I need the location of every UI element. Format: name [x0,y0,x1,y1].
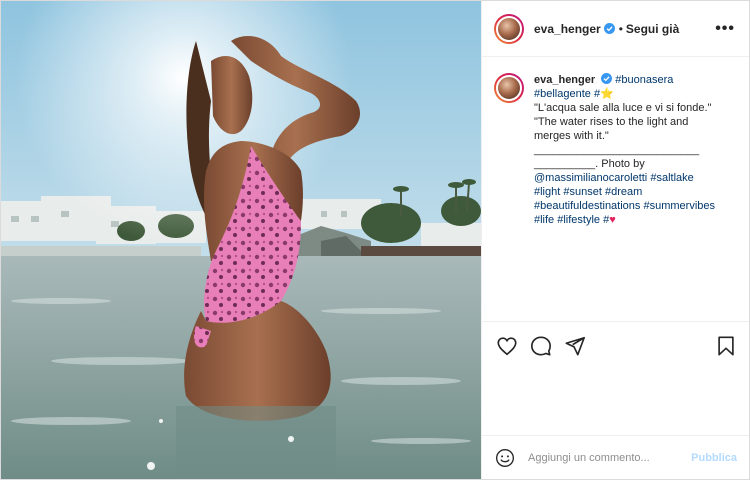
share-icon [565,336,585,356]
username-link[interactable]: eva_henger [534,22,601,36]
action-bar [482,321,749,369]
avatar-image [496,15,522,42]
hashtag-link[interactable]: #summervibes [643,200,715,212]
caption-line: @massimilianocaroletti #saltlake [534,171,715,185]
comment-button[interactable] [528,333,554,359]
caption: eva_henger #buonasera #bellagente #⭐ "L'… [482,57,749,321]
emoji-icon [496,448,514,467]
caption-quote: merges with it." [534,130,609,142]
hashtag-link[interactable]: #lifestyle [557,214,600,226]
caption-quote: "L'acqua sale alla luce e vi si fonde." [534,102,712,114]
caption-avatar[interactable] [494,73,524,103]
bookmark-icon [718,335,734,356]
heart-icon [497,336,517,355]
hashtag-link[interactable]: #saltlake [650,172,693,184]
caption-text: eva_henger #buonasera #bellagente #⭐ "L'… [534,73,715,227]
verified-badge-icon [603,23,615,34]
verified-badge-icon [601,73,613,84]
separator-dot: • [618,21,623,36]
share-button[interactable] [562,333,588,359]
comment-input[interactable] [526,450,692,465]
hashtag-link[interactable]: #dream [605,186,642,198]
emoji-button[interactable] [494,447,516,469]
post-photo[interactable] [1,1,481,479]
caption-username[interactable]: eva_henger [534,74,595,86]
save-button[interactable] [713,333,739,359]
avatar[interactable] [494,13,524,44]
hashtag-link[interactable]: #sunset [563,186,602,198]
comment-icon [531,335,551,356]
avatar-image [496,75,522,101]
caption-line: #bellagente #⭐ [534,87,715,101]
caption-line: #light #sunset #dream [534,185,715,199]
publish-button[interactable]: Pubblica [691,452,737,464]
mention-link[interactable]: @massimilianocaroletti [534,172,647,184]
likes-area [482,369,749,435]
red-heart-emoji-icon: ♥ [609,214,616,226]
comment-bar: Pubblica [482,435,749,479]
instagram-post: eva_henger • Segui già ••• eva_henger #b… [0,0,750,480]
star-emoji-icon: ⭐ [600,88,614,100]
caption-line: #beautifuldestinations #summervibes [534,199,715,213]
hashtag-link[interactable]: #beautifuldestinations [534,200,640,212]
hashtag-link[interactable]: #buonasera [615,74,673,86]
caption-line: eva_henger #buonasera [534,73,715,87]
like-button[interactable] [494,333,520,359]
post-header: eva_henger • Segui già ••• [482,1,749,57]
post-sidebar: eva_henger • Segui già ••• eva_henger #b… [481,1,749,479]
beach-photo [1,1,481,479]
caption-rule: ___________________________ [534,144,700,156]
hashtag-link[interactable]: #bellagente [534,88,591,100]
caption-line: #life #lifestyle #♥ [534,213,715,227]
hashtag-link[interactable]: #life [534,214,554,226]
more-options-icon[interactable]: ••• [715,20,735,37]
caption-quote: "The water rises to the light and [534,116,689,128]
following-button[interactable]: Segui già [626,22,679,36]
caption-credit: __________. Photo by [534,158,645,170]
hashtag-link[interactable]: #light [534,186,560,198]
